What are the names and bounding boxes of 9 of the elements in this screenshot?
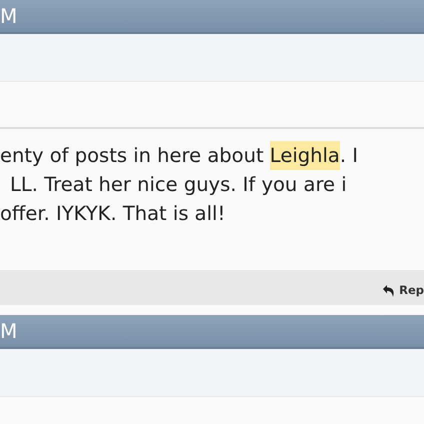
reply-arrow-icon [382, 284, 396, 298]
post-text: LL. Treat her nice guys. If you are i [10, 172, 347, 198]
post-text: offer. IYKYK. That is all! [0, 201, 226, 227]
post-text: enty of posts in here about [0, 143, 265, 169]
post-date: M [0, 6, 18, 26]
highlighted-search-term: Leighla [270, 141, 340, 170]
post-text: . I [340, 143, 358, 169]
reply-link[interactable]: Rep [382, 276, 424, 300]
post-date: M [0, 321, 18, 341]
